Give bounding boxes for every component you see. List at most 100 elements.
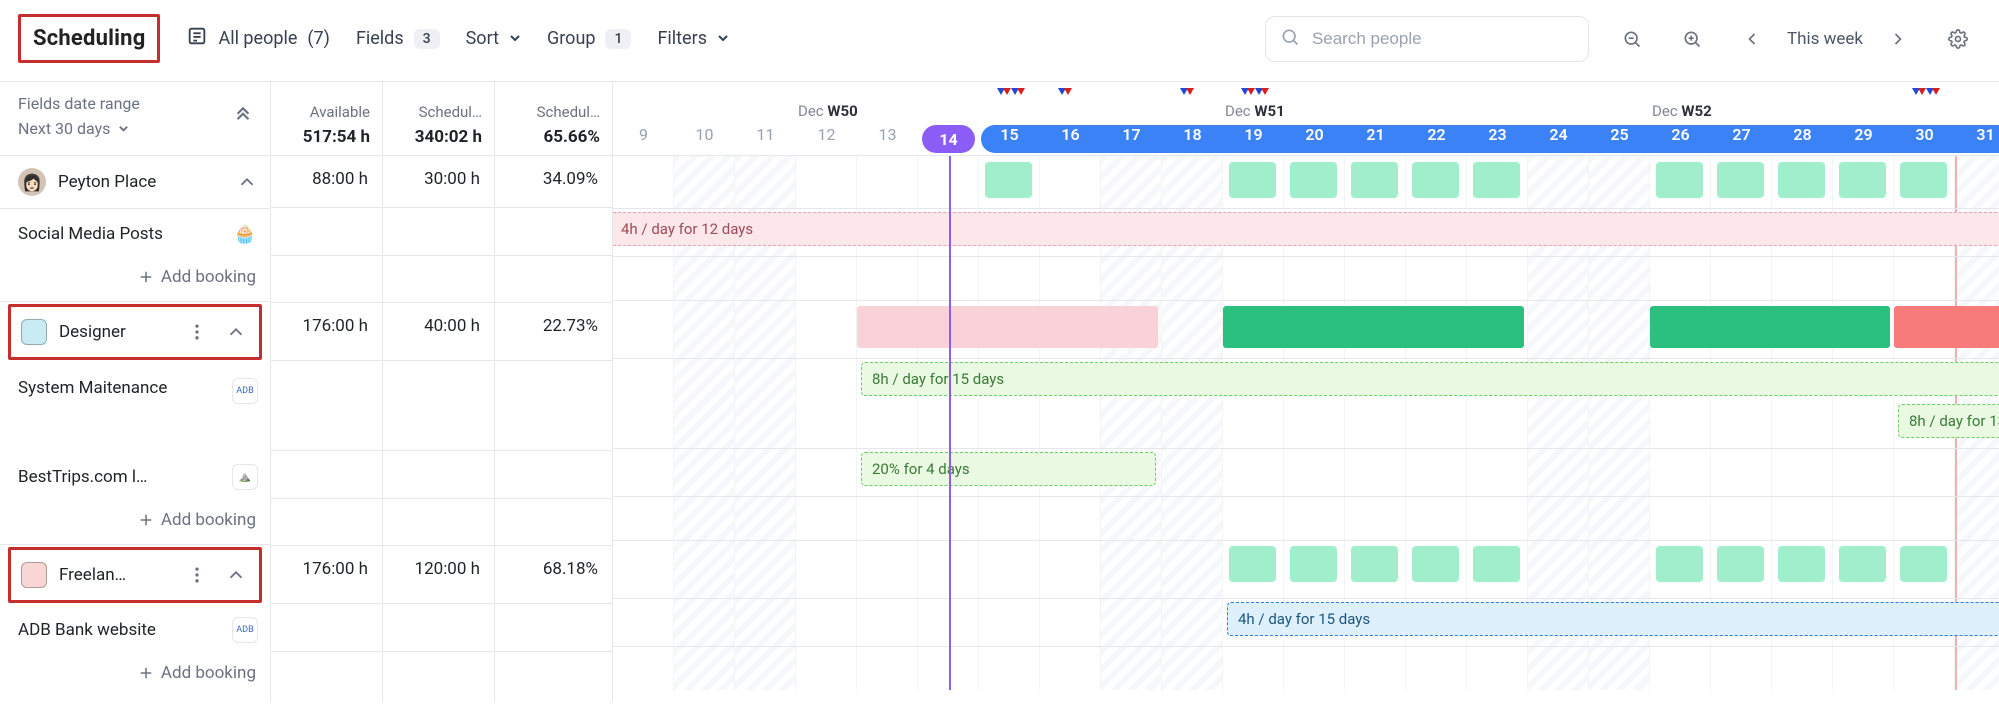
plus-icon [137,268,155,286]
availability-block[interactable] [1778,162,1825,198]
task-row-besttrips[interactable]: BestTrips.com lan… ⛰️ [0,452,270,502]
day-label[interactable]: 15 [979,125,1040,144]
day-label[interactable]: 16 [1040,125,1101,144]
availability-block[interactable] [1656,162,1703,198]
availability-block[interactable] [1778,546,1825,582]
availability-block[interactable] [1717,546,1764,582]
add-booking-button[interactable]: Add booking [0,502,270,545]
availability-block[interactable] [1351,162,1398,198]
day-label[interactable]: 10 [674,125,735,144]
next-week-button[interactable] [1881,22,1915,56]
event-flag-icon [1058,88,1072,104]
availability-block[interactable] [1290,162,1337,198]
day-label[interactable]: 31 [1955,125,1999,144]
project-icon: ADB [232,617,258,643]
booking-bar[interactable]: 20% for 4 days [861,452,1156,486]
availability-block[interactable] [1839,162,1886,198]
event-flag-icon [1241,88,1255,104]
availability-block[interactable] [1717,162,1764,198]
availability-block[interactable] [1412,162,1459,198]
add-booking-button[interactable]: Add booking [0,655,270,697]
this-week-button[interactable]: This week [1787,29,1863,49]
day-label[interactable]: 12 [796,125,857,144]
fields-date-range-label: Fields date range [18,94,256,113]
day-label[interactable]: 22 [1406,125,1467,144]
search-input[interactable] [1310,28,1440,50]
zoom-out-button[interactable] [1615,22,1649,56]
day-label[interactable]: 21 [1345,125,1406,144]
availability-block[interactable] [1229,546,1276,582]
availability-block[interactable] [1473,162,1520,198]
day-label[interactable]: 13 [857,125,918,144]
all-people-dropdown[interactable]: All people (7) [186,25,329,52]
event-flag-icon [1926,88,1940,104]
collapse-all-button[interactable] [230,104,256,130]
availability-block[interactable] [1900,546,1947,582]
availability-block[interactable] [1229,162,1276,198]
booking-bar[interactable]: 8h / day for 13 days [1898,404,1999,438]
day-label[interactable]: 18 [1162,125,1223,144]
day-label[interactable]: 29 [1833,125,1894,144]
zoom-in-button[interactable] [1675,22,1709,56]
task-name: System Maitenance [18,378,167,398]
avatar: 👩🏻 [18,168,46,196]
add-booking-button[interactable]: Add booking [0,259,270,302]
prev-week-button[interactable] [1735,22,1769,56]
day-label[interactable]: 11 [735,125,796,144]
availability-block[interactable] [1650,306,1890,348]
search-people[interactable] [1265,16,1589,62]
availability-block[interactable] [1473,546,1520,582]
availability-block[interactable] [857,306,1158,348]
fields-dropdown[interactable]: Fields 3 [356,28,440,49]
settings-button[interactable] [1941,22,1975,56]
day-label[interactable]: 30 [1894,125,1955,144]
availability-block[interactable] [1656,546,1703,582]
chevron-up-icon[interactable] [225,564,247,586]
group-dropdown[interactable]: Group 1 [547,28,631,49]
task-row-sysm[interactable]: System Maitenance ADB [0,362,270,452]
kebab-icon[interactable] [187,565,207,585]
person-name: Peyton Place [58,172,156,192]
group-label: Group [547,28,595,49]
availability-block[interactable] [1223,306,1524,348]
event-flag-icon [1255,88,1269,104]
task-row-social[interactable]: Social Media Posts 🧁 [0,209,270,259]
kebab-icon[interactable] [187,322,207,342]
availability-block[interactable] [1839,546,1886,582]
day-label[interactable]: 23 [1467,125,1528,144]
group-row-freelancer[interactable]: Freelan… [8,547,262,603]
day-label[interactable]: 24 [1528,125,1589,144]
booking-bar[interactable]: 4h / day for 12 days [613,212,1999,246]
day-label[interactable]: 25 [1589,125,1650,144]
availability-block[interactable] [1351,546,1398,582]
day-label[interactable]: 19 [1223,125,1284,144]
task-row-adb[interactable]: ADB Bank website ADB [0,605,270,655]
availability-block[interactable] [1412,546,1459,582]
day-label[interactable]: 9 [613,125,674,144]
caret-down-icon [717,28,729,49]
all-people-label: All people [218,28,297,49]
availability-block[interactable] [1290,546,1337,582]
chevron-up-icon[interactable] [225,321,247,343]
group-count-chip: 1 [605,29,631,49]
day-label[interactable]: 28 [1772,125,1833,144]
timeline[interactable]: Dec W50Dec W51Dec W521491011121315161718… [613,82,1999,702]
stat-cell: 176:00 h [271,546,382,604]
fields-date-range[interactable]: Fields date range Next 30 days [0,82,270,156]
availability-block[interactable] [1894,306,1999,348]
chevron-up-icon[interactable] [236,171,258,193]
group-row-designer[interactable]: Designer [8,304,262,360]
day-label[interactable]: 26 [1650,125,1711,144]
day-label[interactable]: 20 [1284,125,1345,144]
day-label[interactable]: 17 [1101,125,1162,144]
availability-block[interactable] [1900,162,1947,198]
filters-dropdown[interactable]: Filters [657,28,729,49]
person-row-peyton[interactable]: 👩🏻 Peyton Place [0,156,270,209]
event-flag-icon [1011,88,1025,104]
group-swatch [21,319,47,345]
availability-block[interactable] [985,162,1032,198]
booking-bar[interactable]: 8h / day for 15 days [861,362,1999,396]
sort-dropdown[interactable]: Sort [466,28,521,49]
day-label[interactable]: 27 [1711,125,1772,144]
booking-bar[interactable]: 4h / day for 15 days [1227,602,1999,636]
